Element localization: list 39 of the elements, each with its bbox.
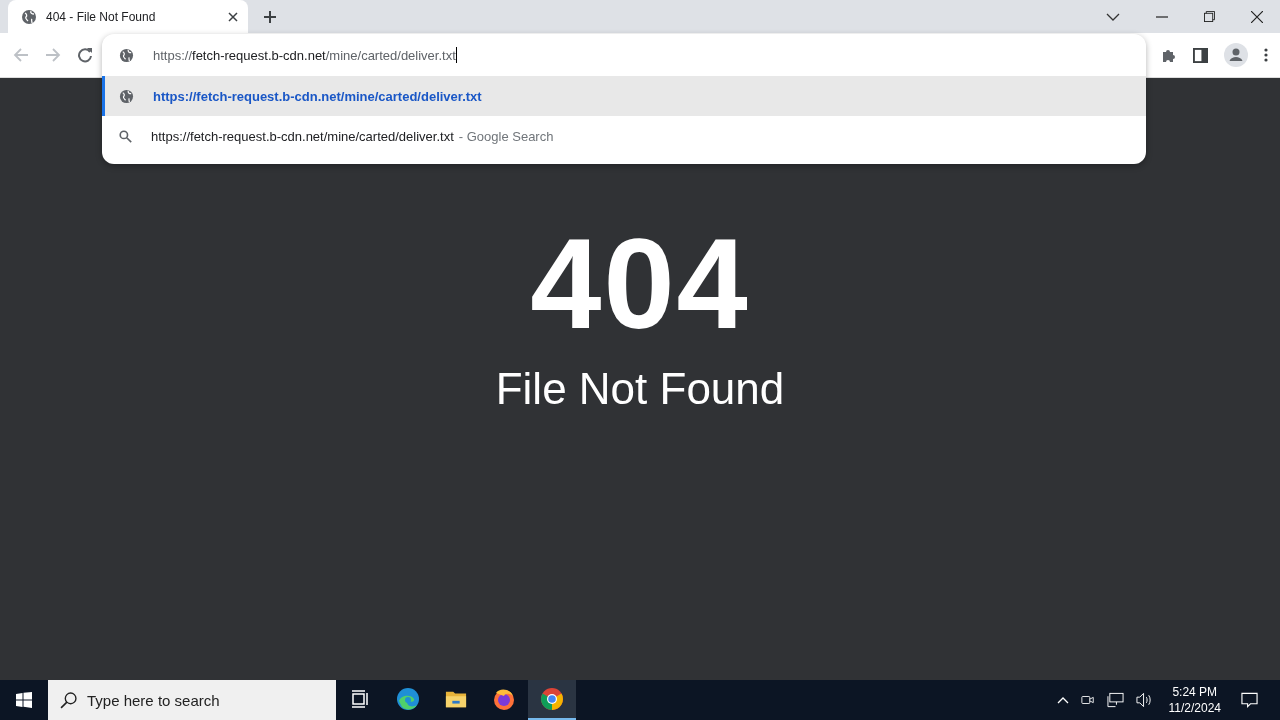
windows-start-icon[interactable] [16, 692, 32, 708]
close-icon[interactable] [1251, 10, 1263, 23]
clock-time: 5:24 PM [1172, 683, 1218, 700]
browser-logo-icon [540, 687, 564, 711]
restore-icon[interactable] [1204, 11, 1215, 22]
globe-icon [21, 8, 37, 25]
notification-icon[interactable] [1241, 692, 1258, 708]
address-field[interactable]: https://fetch-request.b-cdn.net/mine/carted/deliver.txt [153, 40, 1146, 70]
close-icon[interactable] [228, 11, 238, 22]
error-message: File Not Found [495, 364, 785, 414]
fox-logo-icon [492, 687, 516, 711]
chevron-down-icon[interactable] [1106, 12, 1120, 21]
taskbar-button[interactable] [528, 680, 576, 720]
swirl-logo-icon [396, 687, 420, 711]
globe-icon [119, 88, 134, 104]
suggestion-item[interactable]: https://fetch-request.b-cdn.net/mine/carted/deliver.txt - Google Search [102, 116, 1146, 156]
search-icon [60, 691, 77, 709]
error-code: 404 [530, 220, 750, 348]
profile-icon[interactable] [1224, 43, 1248, 67]
reload-icon[interactable] [77, 47, 93, 63]
speaker-icon[interactable] [1135, 692, 1153, 708]
side-panel-icon[interactable] [1193, 47, 1208, 63]
new-tab-icon[interactable] [263, 9, 277, 24]
chevron-up-icon[interactable] [1056, 696, 1069, 704]
suggestion-url: https://fetch-request.b-cdn.net/mine/carted/deliver.txt [153, 88, 482, 104]
clock-date: 11/2/2024 [1168, 700, 1221, 717]
taskbar-search-field[interactable]: Type here to search [48, 680, 336, 720]
network-icon[interactable] [1106, 692, 1124, 708]
minimize-icon[interactable] [1156, 15, 1168, 18]
browser-tab[interactable]: 404 - File Not Found [8, 0, 248, 33]
tab-title: 404 - File Not Found [46, 9, 157, 24]
menu-icon[interactable] [1264, 47, 1268, 63]
suggestion-url: https://fetch-request.b-cdn.net/mine/carted/deliver.txt [151, 128, 454, 144]
suggestion-item[interactable]: https://fetch-request.b-cdn.net/mine/carted/deliver.txt [102, 76, 1146, 116]
search-icon [119, 129, 132, 143]
suggestion-suffix: - Google Search [458, 128, 554, 144]
task-view-icon [350, 689, 370, 709]
globe-icon [119, 47, 134, 63]
puzzle-icon[interactable] [1161, 47, 1177, 63]
